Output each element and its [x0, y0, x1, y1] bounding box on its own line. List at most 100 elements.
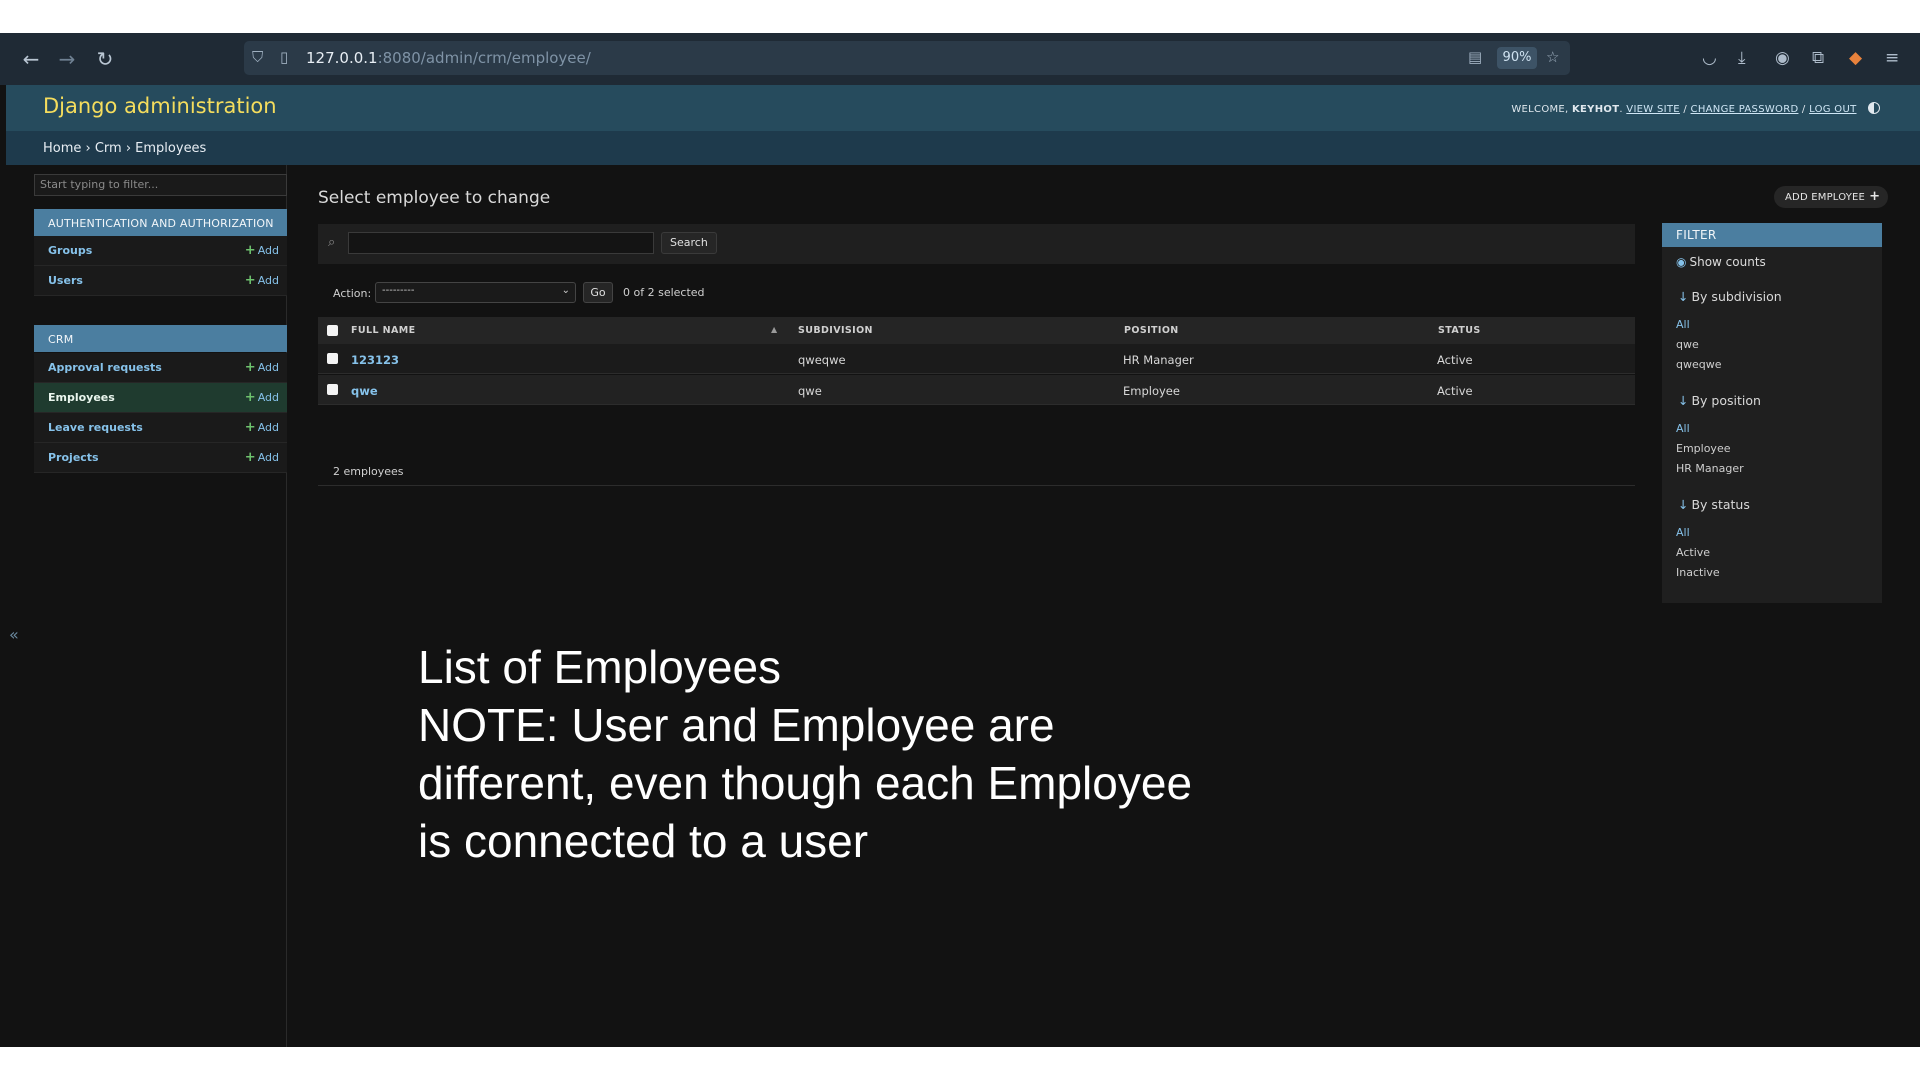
- add-label: Add: [257, 451, 279, 464]
- go-button[interactable]: Go: [583, 282, 613, 303]
- column-subdivision[interactable]: SUBDIVISION: [798, 325, 873, 336]
- filter-option-all[interactable]: All: [1676, 318, 1690, 331]
- row-checkbox[interactable]: [327, 353, 338, 364]
- plus-icon: +: [244, 243, 256, 258]
- search-input[interactable]: [348, 232, 654, 254]
- cell-position: Employee: [1123, 384, 1180, 398]
- employee-link[interactable]: 123123: [351, 353, 399, 367]
- app-caption-crm[interactable]: CRM: [34, 325, 287, 352]
- column-full-name[interactable]: FULL NAME: [351, 325, 415, 336]
- arrow-down-icon: ↓: [1678, 497, 1689, 512]
- sidebar-item-label[interactable]: Employees: [48, 391, 115, 404]
- back-icon[interactable]: ←: [18, 46, 44, 72]
- sidebar-collapse-icon[interactable]: «: [9, 625, 19, 644]
- filter-option[interactable]: Active: [1676, 546, 1710, 559]
- separator: /: [1679, 104, 1691, 115]
- sidebar-item-groups[interactable]: Groups + Add: [34, 236, 287, 266]
- add-group-link[interactable]: + Add: [245, 243, 279, 258]
- breadcrumb[interactable]: Home › Crm › Employees: [6, 131, 1920, 165]
- page-title: Select employee to change: [318, 188, 551, 208]
- action-selected-value: ---------: [382, 285, 415, 296]
- sidebar-item-label[interactable]: Projects: [48, 451, 99, 464]
- column-status[interactable]: STATUS: [1438, 325, 1481, 336]
- menu-icon[interactable]: ≡: [1885, 47, 1899, 69]
- bookmark-star-icon[interactable]: ☆: [1546, 48, 1559, 66]
- account-avatar-icon[interactable]: ◉: [1775, 47, 1790, 69]
- sidebar-item-label[interactable]: Leave requests: [48, 421, 143, 434]
- add-employee-button[interactable]: ADD EMPLOYEE +: [1774, 186, 1889, 208]
- site-branding[interactable]: Django administration: [43, 94, 277, 118]
- add-leave-request-link[interactable]: + Add: [245, 420, 279, 435]
- cell-position: HR Manager: [1123, 353, 1194, 367]
- shield-icon[interactable]: ⛉: [252, 48, 263, 66]
- reader-view-icon[interactable]: ▤: [1468, 48, 1482, 66]
- employee-link[interactable]: qwe: [351, 384, 378, 398]
- url-host: 127.0.0.1: [306, 49, 378, 67]
- add-approval-request-link[interactable]: + Add: [245, 360, 279, 375]
- select-all-checkbox[interactable]: [327, 325, 338, 336]
- sidebar-item-label[interactable]: Approval requests: [48, 361, 162, 374]
- add-project-link[interactable]: + Add: [245, 450, 279, 465]
- filter-heading-label: By subdivision: [1691, 289, 1782, 304]
- sort-ascending-icon[interactable]: ▲: [771, 325, 777, 334]
- add-employee-label: ADD EMPLOYEE: [1785, 192, 1866, 203]
- plus-icon: +: [244, 450, 256, 465]
- add-label: Add: [257, 421, 279, 434]
- filter-option[interactable]: qwe: [1676, 338, 1699, 351]
- sidebar-item-employees[interactable]: Employees + Add: [34, 383, 287, 413]
- admin-header: Django administration WELCOME, KEYHOT. V…: [6, 85, 1920, 131]
- sidebar-item-label[interactable]: Groups: [48, 244, 92, 257]
- reload-icon[interactable]: ↻: [92, 46, 118, 72]
- sidebar-item-projects[interactable]: Projects + Add: [34, 443, 287, 473]
- app-caption-auth[interactable]: AUTHENTICATION AND AUTHORIZATION: [34, 209, 287, 236]
- download-icon[interactable]: ⤓: [1738, 47, 1746, 69]
- add-employee-link[interactable]: + Add: [245, 390, 279, 405]
- forward-icon[interactable]: →: [54, 46, 80, 72]
- user-tools: WELCOME, KEYHOT. VIEW SITE / CHANGE PASS…: [1511, 102, 1880, 115]
- column-position[interactable]: POSITION: [1124, 325, 1179, 336]
- sidebar-item-approval-requests[interactable]: Approval requests + Add: [34, 353, 287, 383]
- plus-icon: +: [244, 420, 256, 435]
- row-checkbox[interactable]: [327, 384, 338, 395]
- filter-heading-subdivision: ↓ By subdivision: [1678, 289, 1782, 304]
- filter-option[interactable]: qweqwe: [1676, 358, 1722, 371]
- filter-heading-status: ↓ By status: [1678, 497, 1750, 512]
- filter-option[interactable]: Inactive: [1676, 566, 1720, 579]
- table-row: qwe qwe Employee Active: [318, 375, 1635, 405]
- zoom-level-badge[interactable]: 90%: [1497, 47, 1537, 69]
- caption-line: NOTE: User and Employee are: [418, 699, 1055, 751]
- action-select[interactable]: --------- ⌄: [375, 282, 576, 303]
- fox-extension-icon[interactable]: ◆: [1849, 47, 1862, 69]
- pocket-icon[interactable]: ◡: [1702, 47, 1717, 69]
- browser-window: ← → ↻ ⛉ ▯ 127.0.0.1:8080/admin/crm/emplo…: [0, 33, 1920, 1047]
- filter-heading-position: ↓ By position: [1678, 393, 1761, 408]
- sidebar-item-users[interactable]: Users + Add: [34, 266, 287, 296]
- url-path: :8080/admin/crm/employee/: [377, 49, 591, 67]
- filter-title: FILTER: [1662, 223, 1882, 247]
- arrow-down-icon: ↓: [1678, 289, 1689, 304]
- add-label: Add: [257, 391, 279, 404]
- nav-filter-input[interactable]: Start typing to filter...: [34, 174, 287, 196]
- change-password-link[interactable]: CHANGE PASSWORD: [1691, 104, 1799, 115]
- plus-icon: +: [244, 390, 256, 405]
- url-bar[interactable]: ⛉ ▯ 127.0.0.1:8080/admin/crm/employee/ ▤…: [244, 41, 1570, 75]
- theme-toggle-icon[interactable]: [1868, 102, 1880, 114]
- sidebar-item-label[interactable]: Users: [48, 274, 83, 287]
- filter-option-all[interactable]: All: [1676, 526, 1690, 539]
- filter-option-all[interactable]: All: [1676, 422, 1690, 435]
- search-button[interactable]: Search: [661, 232, 717, 254]
- show-counts-link[interactable]: ◉ Show counts: [1676, 255, 1766, 269]
- filter-heading-label: By position: [1691, 393, 1761, 408]
- cell-subdivision: qwe: [798, 384, 822, 398]
- separator: /: [1798, 104, 1810, 115]
- extensions-icon[interactable]: ⧉: [1812, 47, 1824, 69]
- view-site-link[interactable]: VIEW SITE: [1626, 104, 1680, 115]
- add-user-link[interactable]: + Add: [245, 273, 279, 288]
- filter-option[interactable]: Employee: [1676, 442, 1730, 455]
- filter-option[interactable]: HR Manager: [1676, 462, 1744, 475]
- plus-icon: +: [244, 360, 256, 375]
- log-out-link[interactable]: LOG OUT: [1809, 104, 1856, 115]
- url-text[interactable]: 127.0.0.1:8080/admin/crm/employee/: [306, 49, 591, 67]
- search-toolbar: ⌕ Search: [318, 224, 1635, 264]
- sidebar-item-leave-requests[interactable]: Leave requests + Add: [34, 413, 287, 443]
